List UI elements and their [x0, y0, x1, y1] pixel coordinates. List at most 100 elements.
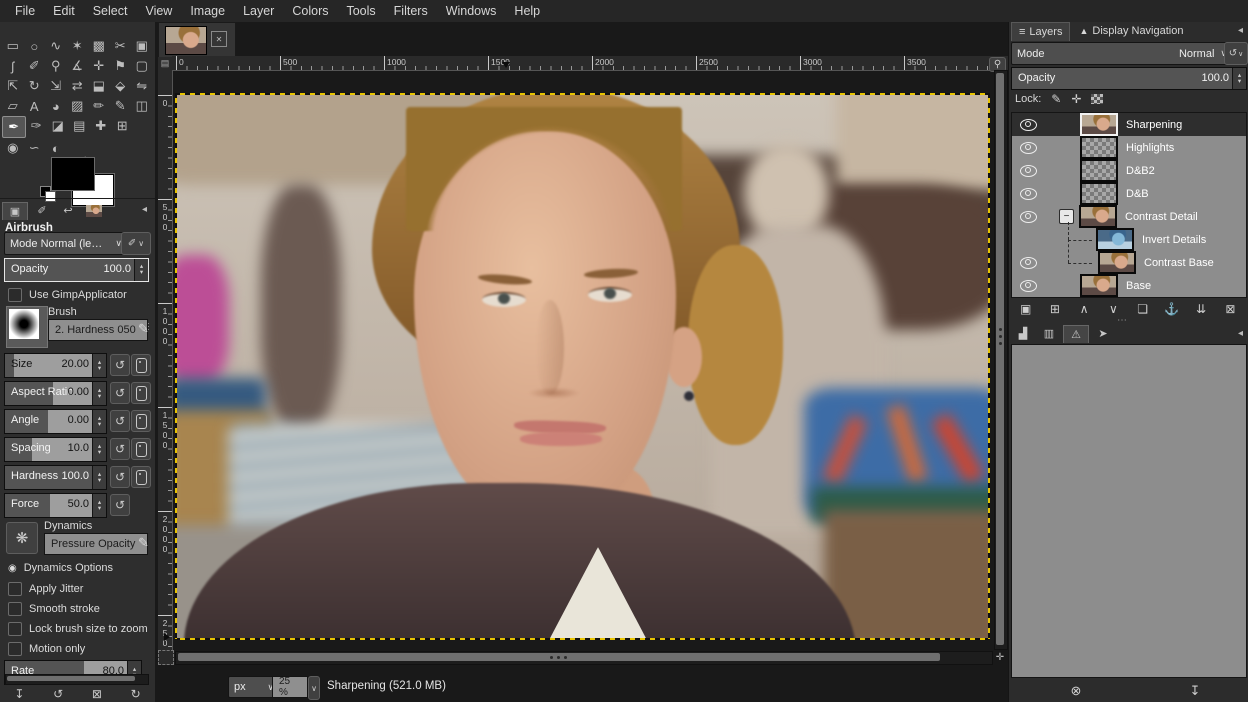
measure-tool-icon[interactable]: ∡	[67, 56, 89, 76]
spacing-spinner[interactable]: ▴▾	[92, 438, 106, 461]
visibility-eye-icon[interactable]	[1020, 119, 1037, 131]
new-group-icon[interactable]: ⊞	[1043, 300, 1067, 319]
force-reset-icon[interactable]: ↺	[110, 494, 130, 516]
aspect-ratio-link-icon[interactable]	[131, 382, 151, 404]
visibility-eye-icon[interactable]	[1020, 211, 1037, 223]
unified-transform-tool-icon[interactable]: ⇱	[2, 76, 24, 96]
layer-row-db2[interactable]: D&B2	[1012, 159, 1246, 182]
aspect-ratio-slider[interactable]: Aspect Ratio 0.00 ▴▾	[4, 381, 107, 406]
image-tab[interactable]: ✕	[158, 22, 236, 57]
shear-tool-icon[interactable]: ⇄	[67, 76, 89, 96]
size-reset-icon[interactable]: ↺	[110, 354, 130, 376]
paintbrush-tool-icon[interactable]: ✎	[110, 96, 132, 116]
vertical-scrollbar[interactable]	[994, 70, 1008, 650]
layer-row-contrast-base[interactable]: Contrast Base	[1012, 251, 1246, 274]
spacing-slider[interactable]: Spacing 10.0 ▴▾	[4, 437, 107, 462]
move-tool-icon[interactable]: ✛	[88, 56, 110, 76]
rectangle-select-tool-icon[interactable]: ▭	[2, 36, 24, 56]
canvas-image[interactable]	[176, 95, 988, 638]
clone-tool-icon[interactable]: ▤	[69, 116, 91, 136]
size-spinner[interactable]: ▴▾	[92, 354, 106, 377]
ruler-corner-menu-icon[interactable]: ▤	[158, 57, 172, 70]
perspective-clone-tool-icon[interactable]: ⊞	[112, 116, 134, 136]
reset-tool-options-icon[interactable]: ↻	[131, 687, 141, 701]
navigation-preview-icon[interactable]: ✛	[994, 651, 1006, 663]
crop-tool-icon[interactable]: ▢	[131, 56, 153, 76]
delete-tool-preset-icon[interactable]: ⊠	[92, 687, 102, 701]
dynamics-name-entry[interactable]: Pressure Opacity	[44, 533, 148, 555]
fuzzy-select-tool-icon[interactable]: ✶	[67, 36, 89, 56]
dock-collapse-icon[interactable]: ◂	[1238, 328, 1243, 339]
layer-mode-combo[interactable]: Mode Normal ∨	[1011, 42, 1233, 65]
angle-reset-icon[interactable]: ↺	[110, 410, 130, 432]
layer-row-contrast-detail[interactable]: − Contrast Detail	[1012, 205, 1246, 228]
mode-options-button[interactable]: ✐ ∨	[121, 232, 151, 255]
anchor-layer-icon[interactable]: ⚓	[1160, 300, 1184, 319]
hardness-spinner[interactable]: ▴▾	[92, 466, 106, 489]
visibility-eye-icon[interactable]	[1020, 165, 1037, 177]
angle-slider[interactable]: Angle 0.00 ▴▾	[4, 409, 107, 434]
layer-row-db[interactable]: D&B	[1012, 182, 1246, 205]
smooth-stroke-checkbox[interactable]: Smooth stroke	[8, 602, 100, 616]
lock-brush-size-checkbox[interactable]: Lock brush size to zoom	[8, 622, 148, 636]
dock-collapse-icon[interactable]: ◂	[142, 204, 147, 215]
brush-preview-button[interactable]	[6, 306, 48, 348]
tool-options-scrollbar[interactable]	[5, 674, 149, 685]
undo-history-tab-icon[interactable]: ↩	[56, 202, 80, 219]
hardness-reset-icon[interactable]: ↺	[110, 466, 130, 488]
gimpapplicator-checkbox[interactable]: Use GimpApplicator	[8, 288, 127, 302]
new-layer-icon[interactable]: ▣	[1014, 300, 1038, 319]
angle-spinner[interactable]: ▴▾	[92, 410, 106, 433]
opacity-slider[interactable]: Opacity 100.0 ▴▾	[4, 258, 149, 282]
opacity-spinner[interactable]: ▴▾	[134, 259, 148, 281]
layer-row-sharpening[interactable]: Sharpening	[1012, 113, 1246, 136]
force-spinner[interactable]: ▴▾	[92, 494, 106, 517]
layers-tab[interactable]: ≡ Layers	[1011, 22, 1070, 41]
panel-splitter[interactable]: ⋯	[144, 322, 154, 331]
smudge-tool-icon[interactable]: ∽	[24, 138, 46, 158]
raise-layer-icon[interactable]: ∧	[1072, 300, 1096, 319]
menu-tools[interactable]: Tools	[337, 2, 384, 20]
spacing-reset-icon[interactable]: ↺	[110, 438, 130, 460]
size-slider[interactable]: Size 20.00 ▴▾	[4, 353, 107, 378]
text-tool-icon[interactable]: A	[24, 96, 46, 116]
horizontal-scrollbar[interactable]	[175, 651, 993, 665]
delete-layer-icon[interactable]: ⊠	[1218, 300, 1242, 319]
airbrush-tool-icon[interactable]: ✒	[2, 116, 26, 138]
heal-tool-icon[interactable]: ✚	[90, 116, 112, 136]
select-by-color-tool-icon[interactable]: ▩	[88, 36, 110, 56]
image-thumbnail-tab[interactable]	[82, 202, 106, 219]
lock-alpha-icon[interactable]	[1091, 94, 1103, 104]
flip-tool-icon[interactable]: ⇋	[131, 76, 153, 96]
apply-jitter-checkbox[interactable]: Apply Jitter	[8, 582, 83, 596]
mypaint-brush-tool-icon[interactable]: ◪	[47, 116, 69, 136]
menu-edit[interactable]: Edit	[44, 2, 84, 20]
perspective-tool-icon[interactable]: ⬓	[88, 76, 110, 96]
bucket-fill-tool-icon[interactable]: ◕	[45, 96, 67, 116]
lock-position-icon[interactable]: ✛	[1071, 92, 1081, 106]
visibility-eye-icon[interactable]	[1020, 257, 1037, 269]
size-link-icon[interactable]	[131, 354, 151, 376]
save-tool-preset-icon[interactable]: ↧	[14, 687, 24, 701]
eraser-tool-icon[interactable]: ◫	[131, 96, 153, 116]
menu-colors[interactable]: Colors	[283, 2, 337, 20]
pencil-tool-icon[interactable]: ✏	[88, 96, 110, 116]
layer-row-highlights[interactable]: Highlights	[1012, 136, 1246, 159]
channels-tab-icon[interactable]: ▥	[1037, 325, 1061, 342]
menu-view[interactable]: View	[136, 2, 181, 20]
error-console-area[interactable]	[1011, 344, 1247, 678]
scale-tool-icon[interactable]: ⇲	[45, 76, 67, 96]
dynamics-options-expander[interactable]: ◉ Dynamics Options	[8, 562, 113, 574]
3d-transform-tool-icon[interactable]: ⬙	[110, 76, 132, 96]
menu-image[interactable]: Image	[181, 2, 234, 20]
dock-collapse-icon[interactable]: ◂	[1238, 25, 1243, 36]
hardness-slider[interactable]: Hardness 100.0 ▴▾	[4, 465, 107, 490]
hardness-link-icon[interactable]	[131, 466, 151, 488]
histogram-tab-icon[interactable]: ▟	[1011, 325, 1035, 342]
zoom-combo[interactable]: 25 % ∨	[272, 676, 320, 696]
duplicate-layer-icon[interactable]: ❏	[1131, 300, 1155, 319]
device-status-tab-icon[interactable]: ✐	[30, 202, 54, 219]
aspect-ratio-spinner[interactable]: ▴▾	[92, 382, 106, 405]
vertical-ruler[interactable]: 0 500 1000 1500 2000 2500	[158, 70, 173, 652]
rotate-tool-icon[interactable]: ↻	[24, 76, 46, 96]
